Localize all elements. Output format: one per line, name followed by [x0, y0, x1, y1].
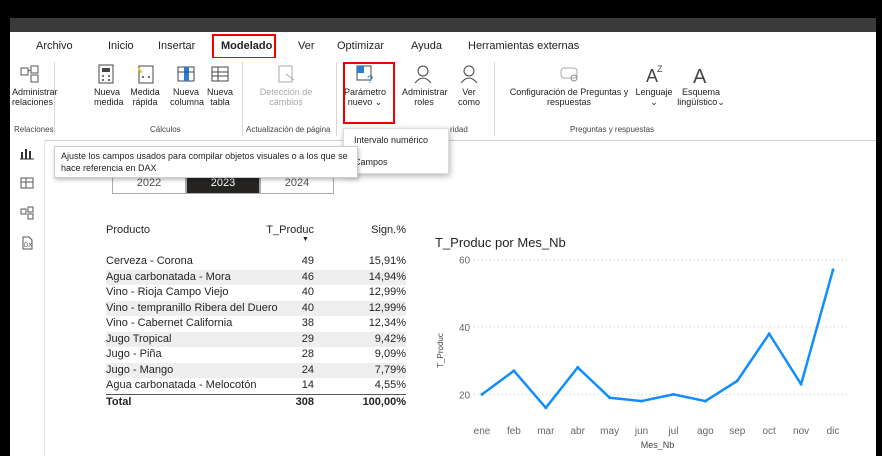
data-point: [671, 392, 675, 396]
data-point: [703, 399, 707, 403]
data-point: [799, 382, 803, 386]
x-tick-label: dic: [827, 426, 840, 437]
data-point: [512, 369, 516, 373]
data-point: [608, 396, 612, 400]
x-axis-label: Mes_Nb: [641, 440, 675, 450]
data-point: [735, 379, 739, 383]
x-tick-label: mar: [537, 426, 555, 437]
y-axis-label: T_Produc: [436, 333, 445, 368]
x-tick-label: abr: [571, 426, 586, 437]
data-point: [767, 332, 771, 336]
x-tick-label: ago: [697, 426, 714, 437]
parametro-dropdown: Intervalo numérico Campos: [343, 128, 449, 174]
x-tick-label: may: [600, 426, 619, 437]
series-line: [481, 269, 835, 410]
data-point: [831, 268, 835, 272]
x-tick-label: sep: [729, 426, 746, 437]
y-tick-label: 40: [459, 323, 471, 334]
x-tick-label: ene: [474, 426, 491, 437]
data-point: [480, 392, 484, 396]
app-window: Archivo Inicio Insertar Modelado Ver Optimiza…: [10, 18, 876, 456]
y-tick-label: 20: [459, 390, 471, 401]
x-tick-label: jun: [634, 426, 648, 437]
campos-option[interactable]: Campos: [344, 151, 448, 173]
x-tick-label: jul: [667, 426, 678, 437]
y-tick-label: 60: [459, 256, 471, 267]
x-tick-label: oct: [763, 426, 777, 437]
x-tick-label: feb: [507, 426, 521, 437]
data-point: [640, 399, 644, 403]
line-chart: 20 40 60 ene feb mar abr may jun jul ago sep oct nov d…: [436, 256, 849, 450]
data-point: [576, 365, 580, 369]
x-tick-label: nov: [793, 426, 809, 437]
intervalo-numerico-option[interactable]: Intervalo numérico: [344, 129, 448, 151]
data-point: [544, 406, 548, 410]
tooltip: Ajuste los campos usados para compilar o…: [54, 146, 358, 178]
